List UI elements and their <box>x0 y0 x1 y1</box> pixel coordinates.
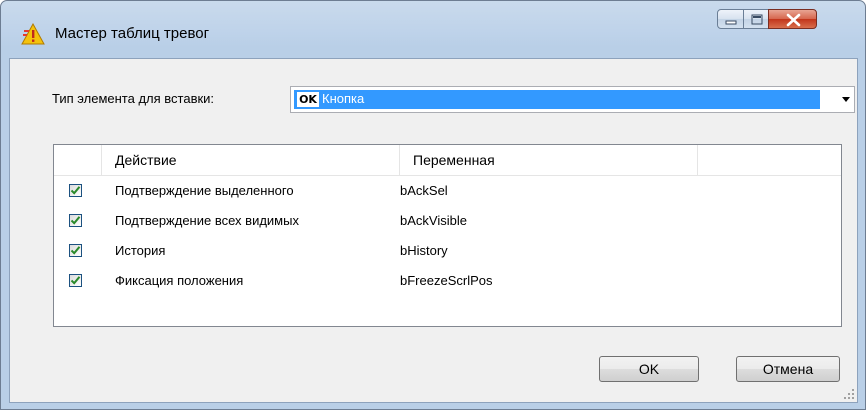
variable-cell: bHistory <box>400 243 448 258</box>
action-cell: Фиксация положения <box>115 273 244 288</box>
variable-cell: bAckSel <box>400 183 448 198</box>
alarm-warning-icon <box>21 23 45 45</box>
dialog-body: Тип элемента для вставки: OK Кнопка Дейс… <box>9 58 858 403</box>
variable-cell: bAckVisible <box>400 213 467 228</box>
row-checkbox[interactable] <box>69 214 82 227</box>
title-bar[interactable]: Мастер таблиц тревог <box>1 1 865 59</box>
ok-button[interactable]: OK <box>599 356 699 382</box>
column-header-action[interactable]: Действие <box>102 145 400 175</box>
insert-type-dropdown[interactable]: OK Кнопка <box>290 86 855 113</box>
minimize-button[interactable] <box>717 9 744 29</box>
row-checkbox[interactable] <box>69 274 82 287</box>
row-checkbox[interactable] <box>69 184 82 197</box>
table-row[interactable]: Подтверждение выделенного bAckSel <box>54 178 841 208</box>
row-checkbox[interactable] <box>69 244 82 257</box>
selected-item-label: Кнопка <box>322 91 365 106</box>
window-title: Мастер таблиц тревог <box>55 25 210 42</box>
close-button[interactable] <box>768 9 817 29</box>
checkmark-icon <box>70 186 81 195</box>
minimize-icon <box>725 20 737 25</box>
table-header: Действие Переменная <box>54 145 841 176</box>
table-row[interactable]: Подтверждение всех видимых bAckVisible <box>54 208 841 238</box>
chevron-down-icon[interactable] <box>842 97 850 102</box>
action-cell: История <box>115 243 166 258</box>
table-row[interactable]: Фиксация положения bFreezeScrlPos <box>54 268 841 298</box>
action-cell: Подтверждение всех видимых <box>115 213 299 228</box>
cancel-button[interactable]: Отмена <box>736 356 840 382</box>
close-icon <box>786 13 801 27</box>
ok-button-type-icon: OK <box>297 92 319 107</box>
maximize-icon <box>751 14 763 25</box>
maximize-button[interactable] <box>743 9 769 29</box>
dialog-window: Мастер таблиц тревог Тип элемента для вс… <box>0 0 866 410</box>
column-header-empty[interactable] <box>698 145 841 175</box>
table-row[interactable]: История bHistory <box>54 238 841 268</box>
actions-table: Действие Переменная Подтверждение выделе… <box>53 144 842 327</box>
checkmark-icon <box>70 216 81 225</box>
column-header-variable[interactable]: Переменная <box>400 145 698 175</box>
checkmark-icon <box>70 276 81 285</box>
resize-grip-icon[interactable] <box>843 388 855 400</box>
action-cell: Подтверждение выделенного <box>115 183 294 198</box>
column-header-check[interactable] <box>54 145 102 175</box>
insert-type-label: Тип элемента для вставки: <box>52 91 215 106</box>
checkmark-icon <box>70 246 81 255</box>
variable-cell: bFreezeScrlPos <box>400 273 493 288</box>
selected-item: OK Кнопка <box>294 90 820 109</box>
